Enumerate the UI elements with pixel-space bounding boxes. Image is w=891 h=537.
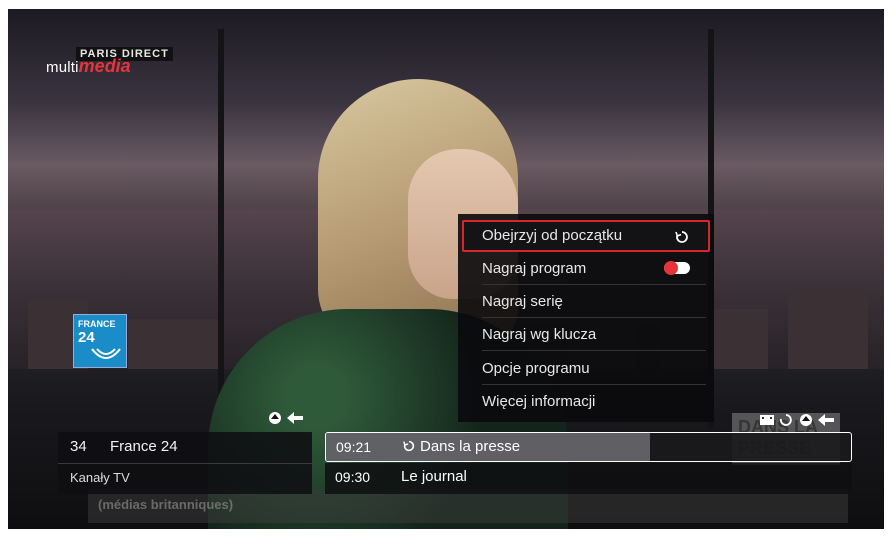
menu-item-record-program[interactable]: Nagraj program	[462, 253, 710, 285]
program-time: 09:30	[335, 469, 371, 485]
program-time: 09:21	[336, 439, 372, 455]
channel-category: Kanały TV	[70, 470, 130, 485]
divider	[58, 463, 312, 464]
program-row-next[interactable]: 09:30 Le journal	[325, 463, 852, 494]
film-icon	[760, 415, 774, 425]
channel-name: France 24	[110, 438, 178, 455]
program-context-menu: Obejrzyj od początku Nagraj program Nagr…	[458, 214, 714, 422]
menu-item-label: Nagraj serię	[482, 293, 563, 310]
menu-item-label: Opcje programu	[482, 360, 590, 377]
menu-item-program-options[interactable]: Opcje programu	[462, 353, 710, 385]
program-title: Le journal	[401, 468, 467, 485]
menu-item-label: Więcej informacji	[482, 393, 596, 410]
restart-icon	[403, 440, 415, 452]
restart-icon	[780, 414, 792, 426]
menu-item-record-by-key[interactable]: Nagraj wg klucza	[462, 319, 710, 351]
menu-item-more-info[interactable]: Więcej informacji	[462, 386, 710, 418]
nav-hint-right	[758, 412, 842, 433]
menu-item-label: Nagraj wg klucza	[482, 326, 597, 343]
channel-info: 34 France 24	[70, 438, 178, 455]
program-row-current[interactable]: 09:21 Dans la presse	[325, 432, 852, 462]
france24-channel-logo: FRANCE 24	[73, 314, 127, 368]
broadcast-ticker: (médias britanniques)	[88, 489, 848, 523]
restart-icon	[675, 231, 688, 243]
channel-info-panel[interactable]: 34 France 24 Kanały TV	[58, 432, 312, 494]
record-toggle-icon	[664, 261, 690, 275]
multimedia-logo: multimedia	[46, 56, 131, 76]
menu-item-label: Obejrzyj od początku	[482, 227, 623, 244]
menu-item-record-series[interactable]: Nagraj serię	[462, 286, 710, 318]
up-arrow-icon	[800, 414, 812, 426]
menu-item-watch-from-start[interactable]: Obejrzyj od początku	[462, 220, 710, 252]
channel-number: 34	[70, 438, 87, 455]
window-frame	[218, 29, 224, 429]
up-arrow-icon	[269, 412, 281, 424]
left-arrow-icon	[287, 412, 303, 424]
program-title: Dans la presse	[402, 438, 520, 455]
nav-hint-left	[267, 410, 311, 430]
left-arrow-icon	[818, 414, 834, 426]
menu-item-label: Nagraj program	[482, 260, 587, 277]
